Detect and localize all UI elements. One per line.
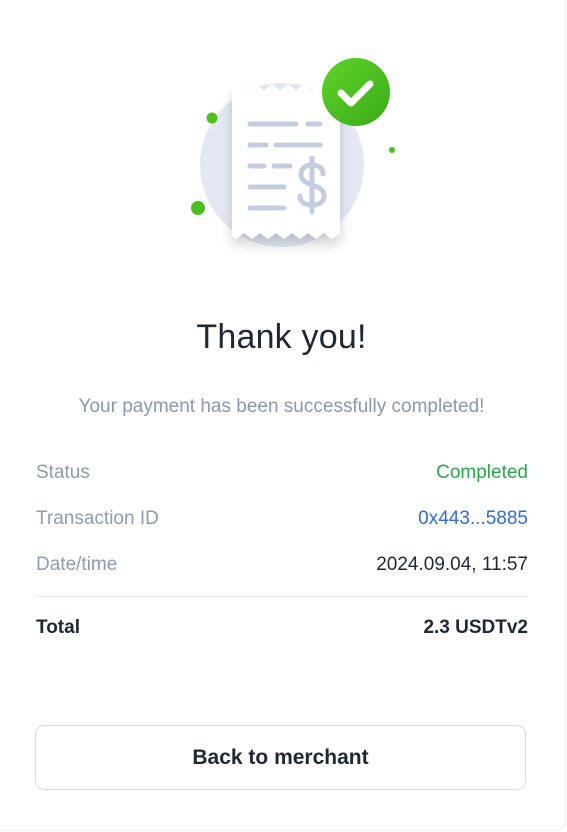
page-title: Thank you! [196, 318, 367, 356]
payment-success-illustration [180, 50, 410, 270]
status-label: Status [36, 462, 90, 483]
transaction-id-label: Transaction ID [36, 508, 159, 529]
total-value: 2.3 USDTv2 [423, 617, 528, 638]
datetime-row: Date/time 2024.09.04, 11:57 [36, 542, 528, 588]
transaction-id-link[interactable]: 0x443...5885 [418, 508, 528, 530]
datetime-value: 2024.09.04, 11:57 [376, 554, 528, 575]
status-value: Completed [436, 462, 528, 483]
transaction-row: Transaction ID 0x443...5885 [36, 496, 528, 542]
success-message: Your payment has been successfully compl… [78, 396, 485, 417]
details-divider [36, 596, 528, 597]
check-icon [322, 58, 390, 126]
receipt-icon [232, 84, 340, 239]
back-to-merchant-button[interactable]: Back to merchant [35, 725, 526, 790]
total-label: Total [36, 617, 80, 638]
status-row: Status Completed [36, 450, 528, 496]
datetime-label: Date/time [36, 554, 118, 575]
total-row: Total 2.3 USDTv2 [36, 605, 528, 651]
payment-details: Status Completed Transaction ID 0x443...… [36, 450, 528, 651]
